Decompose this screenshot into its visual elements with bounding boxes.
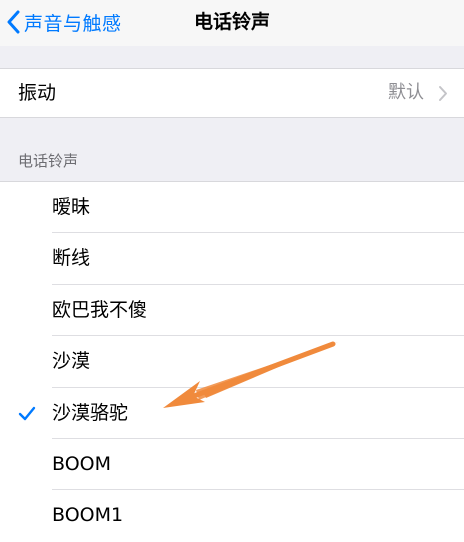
navigation-bar: 声音与触感 电话铃声	[0, 0, 464, 46]
ringtone-item[interactable]: 沙漠	[0, 336, 464, 388]
chevron-right-icon	[438, 85, 448, 106]
ringtone-list: 暧昧 断线 欧巴我不傻 沙漠 沙漠骆驼 BOOM BOOM1	[0, 181, 464, 542]
ringtone-label: BOOM	[52, 452, 112, 475]
page-title: 电话铃声	[193, 11, 270, 33]
ringtone-item[interactable]: BOOM1	[0, 490, 464, 541]
vibration-label: 振动	[18, 82, 57, 104]
ringtone-label: 沙漠	[52, 350, 91, 373]
vibration-row[interactable]: 振动 默认	[0, 68, 464, 118]
ringtones-section-header: 电话铃声	[18, 152, 79, 170]
ringtone-item[interactable]: 断线	[0, 233, 464, 285]
ringtone-item[interactable]: 欧巴我不傻	[0, 285, 464, 337]
ringtone-item[interactable]: 暧昧	[0, 182, 464, 234]
ringtone-label: 欧巴我不傻	[52, 298, 148, 321]
ringtone-item[interactable]: BOOM	[0, 439, 464, 491]
checkmark-icon	[18, 406, 36, 425]
ringtone-label: 断线	[52, 247, 91, 270]
ringtone-label: BOOM1	[52, 504, 124, 527]
ringtone-label: 沙漠骆驼	[52, 401, 129, 424]
ringtone-label: 暧昧	[52, 196, 91, 218]
ringtone-item-selected[interactable]: 沙漠骆驼	[0, 388, 464, 439]
vibration-value: 默认	[388, 82, 424, 103]
